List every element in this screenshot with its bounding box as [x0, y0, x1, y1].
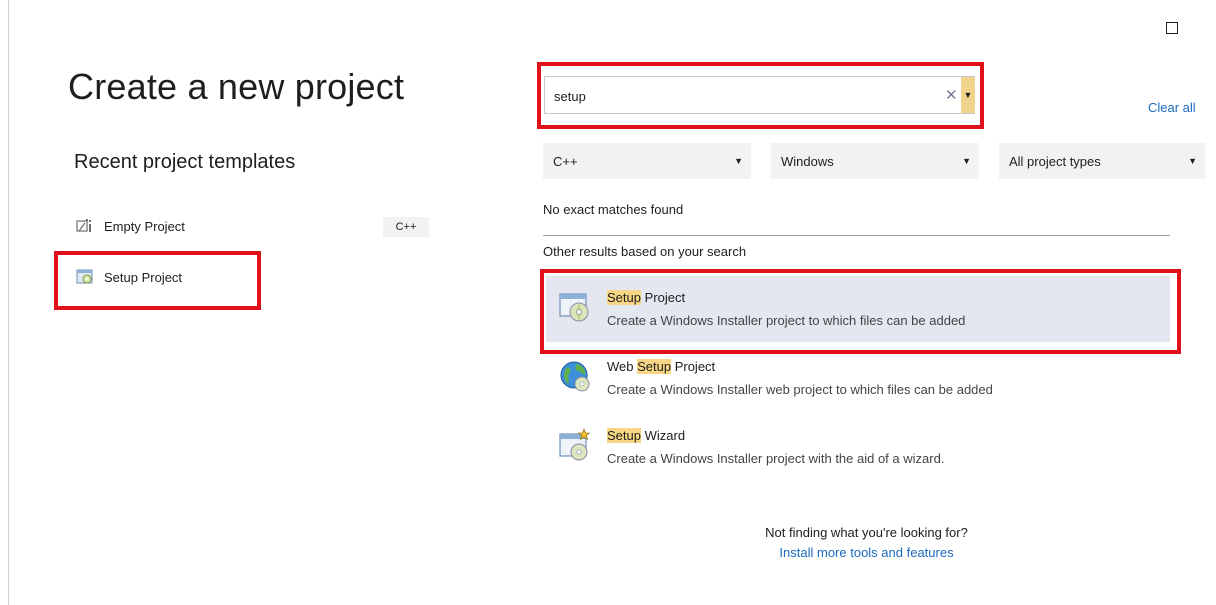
clear-search-icon[interactable]: ✕ [945, 86, 958, 104]
recent-item-label: Setup Project [104, 269, 183, 285]
language-filter[interactable]: C++ ▼ [543, 143, 751, 179]
chevron-down-icon: ▼ [963, 90, 973, 100]
search-input[interactable] [554, 86, 934, 106]
recent-item-label: Empty Project [104, 218, 185, 234]
result-description: Create a Windows Installer web project t… [607, 382, 993, 397]
clear-all-link[interactable]: Clear all [1148, 100, 1196, 115]
result-setup-wizard[interactable]: Setup Wizard Create a Windows Installer … [546, 414, 1170, 480]
other-results-heading: Other results based on your search [543, 244, 747, 259]
filter-label: All project types [1009, 153, 1101, 169]
search-match-highlight: Setup [607, 428, 641, 443]
result-setup-project[interactable]: Setup Project Create a Windows Installer… [546, 276, 1170, 342]
search-history-dropdown[interactable]: ▼ [961, 77, 975, 113]
maximize-button[interactable] [1166, 22, 1178, 34]
filter-label: Windows [781, 153, 834, 169]
divider [543, 235, 1170, 236]
project-type-filter[interactable]: All project types ▼ [999, 143, 1205, 179]
platform-filter[interactable]: Windows ▼ [771, 143, 979, 179]
install-tools-link[interactable]: Install more tools and features [727, 545, 1006, 560]
result-description: Create a Windows Installer project to wh… [607, 313, 966, 328]
result-title: Setup Project [607, 290, 685, 305]
page-title: Create a new project [68, 66, 405, 107]
help-panel: Not finding what you're looking for? Ins… [727, 515, 1006, 575]
language-tag: C++ [383, 217, 429, 237]
search-box [544, 76, 975, 114]
title-suffix: Wizard [640, 428, 686, 443]
result-web-setup-project[interactable]: Web Setup Project Create a Windows Insta… [546, 345, 1170, 411]
chevron-down-icon: ▼ [962, 156, 971, 166]
result-title: Web Setup Project [607, 359, 715, 374]
result-description: Create a Windows Installer project with … [607, 451, 945, 466]
help-question: Not finding what you're looking for? [765, 525, 968, 540]
title-prefix: Web [607, 359, 638, 374]
no-match-text: No exact matches found [543, 202, 684, 217]
result-title: Setup Wizard [607, 428, 685, 443]
filter-label: C++ [553, 153, 578, 169]
web-setup-project-icon [558, 359, 592, 393]
search-match-highlight: Setup [607, 290, 641, 305]
empty-project-icon [76, 218, 94, 234]
chevron-down-icon: ▼ [734, 156, 743, 166]
chevron-down-icon: ▼ [1188, 156, 1197, 166]
title-suffix: Project [671, 359, 716, 374]
title-suffix: Project [640, 290, 686, 305]
setup-wizard-icon [558, 428, 592, 462]
recent-templates-heading: Recent project templates [74, 151, 296, 173]
recent-item-setup-project[interactable]: Setup Project [62, 259, 442, 295]
setup-project-icon [558, 290, 592, 324]
window-left-border [8, 0, 9, 605]
search-match-highlight: Setup [637, 359, 672, 374]
setup-project-icon [76, 269, 94, 285]
